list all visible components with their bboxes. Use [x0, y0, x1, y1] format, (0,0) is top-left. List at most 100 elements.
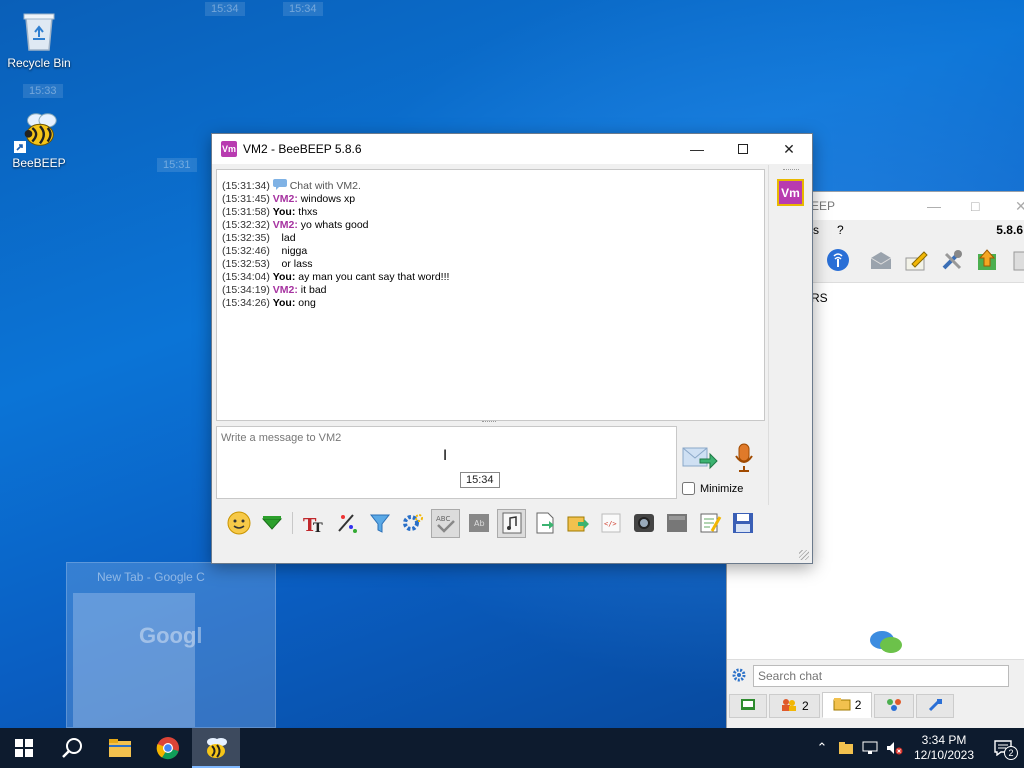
chrome-button[interactable] — [144, 728, 192, 768]
member-side-panel: Vm — [768, 165, 812, 505]
tools-icon[interactable] — [939, 247, 964, 273]
notes-icon — [700, 513, 721, 533]
close-button[interactable]: ✕ — [766, 134, 812, 164]
bee-icon — [207, 738, 227, 758]
chat-message: (15:34:26) You: ong — [222, 297, 316, 309]
vm2-app-icon: Vm — [221, 141, 237, 157]
chat-message: (15:31:45) VM2: windows xp — [222, 193, 356, 205]
status-bar — [212, 543, 812, 563]
tab-plugins[interactable] — [916, 694, 955, 718]
version-label: 5.8.6 — [996, 223, 1023, 237]
notification-button[interactable]: 2 — [982, 728, 1024, 768]
ghost-timestamp: 15:34 — [205, 2, 245, 16]
gear-icon[interactable] — [731, 667, 747, 686]
message-icon[interactable] — [868, 247, 893, 273]
network-icon[interactable] — [858, 728, 882, 768]
expand-button[interactable] — [257, 509, 286, 538]
chat-bubbles-icon — [869, 629, 903, 660]
maximize-button[interactable] — [720, 134, 766, 164]
minimize-checkbox[interactable] — [682, 482, 695, 495]
tab-network[interactable] — [874, 694, 915, 718]
menu-item-help[interactable]: ? — [837, 223, 844, 237]
smiley-icon — [227, 511, 250, 535]
text-cursor-icon: I — [443, 448, 448, 464]
search-chat-input[interactable] — [753, 665, 1009, 687]
chat-titlebar[interactable]: Vm VM2 - BeeBEEP 5.8.6 — ✕ — [212, 134, 812, 164]
send-button[interactable] — [682, 442, 718, 474]
avatar[interactable]: Vm — [777, 179, 804, 206]
sound-button[interactable] — [497, 508, 526, 538]
recycle-bin-desktop-icon[interactable]: Recycle Bin — [1, 8, 77, 70]
screenshot-button[interactable] — [629, 509, 658, 538]
more-icon[interactable] — [1010, 247, 1024, 273]
chrome-icon — [156, 737, 179, 760]
system-tray: ⌃ 3:34 PM 12/10/2023 2 — [810, 728, 1024, 768]
minimize-icon[interactable]: — — [927, 198, 941, 214]
main-tabs: 2 2 — [727, 692, 1024, 718]
chat-message: (15:32:46) nigga — [222, 245, 308, 257]
save-chat-button[interactable] — [530, 509, 559, 538]
folder-users-icon — [833, 697, 851, 714]
clock-time: 3:34 PM — [921, 733, 967, 747]
groups-count: 2 — [854, 698, 862, 712]
settings-button[interactable] — [398, 509, 427, 538]
plugin-icon — [927, 698, 943, 715]
gear-icon — [402, 514, 423, 531]
panel-grip[interactable] — [783, 169, 799, 173]
beebeep-tray-icon[interactable] — [834, 728, 858, 768]
edit-icon[interactable] — [904, 247, 929, 273]
filter-button[interactable] — [365, 509, 394, 538]
close-icon[interactable]: ✕ — [1015, 198, 1024, 215]
complete-words-button[interactable]: Ab — [464, 509, 493, 538]
maximize-icon[interactable]: □ — [971, 198, 979, 214]
menu-item-fragment[interactable]: s — [813, 223, 819, 237]
camera-icon — [633, 514, 654, 532]
beebeep-taskbar-button[interactable] — [192, 728, 240, 768]
clock-date: 12/10/2023 — [913, 748, 975, 762]
spellcheck-button[interactable]: ABC — [431, 508, 460, 538]
html-button[interactable]: </> — [596, 509, 625, 538]
svg-text:T: T — [313, 521, 323, 535]
chat-message: (15:32:32) VM2: yo whats good — [222, 219, 369, 231]
chevron-up-icon[interactable]: ⌃ — [810, 728, 834, 768]
update-icon[interactable] — [974, 247, 999, 273]
font-button[interactable]: TT — [299, 509, 328, 538]
chat-history[interactable]: (15:31:34) Chat with VM2. (15:31:45) VM2… — [216, 169, 765, 421]
notification-badge: 2 — [1004, 746, 1018, 760]
send-folder-button[interactable] — [563, 509, 592, 538]
splitter-handle[interactable] — [482, 421, 496, 424]
chat-window[interactable]: Vm VM2 - BeeBEEP 5.8.6 — ✕ (15:31:34) Ch… — [211, 133, 813, 564]
tab-chat[interactable] — [729, 694, 767, 718]
search-row — [731, 664, 1024, 688]
resize-grip[interactable] — [799, 550, 809, 560]
color-pencil-icon — [337, 514, 357, 533]
chat-message: (15:32:35) lad — [222, 232, 296, 244]
volume-muted-icon[interactable] — [882, 728, 906, 768]
beebeep-desktop-icon[interactable]: BeeBEEP — [1, 108, 77, 170]
ghost-timestamp: 15:34 — [283, 2, 323, 16]
minimize-button[interactable]: — — [674, 134, 720, 164]
folder-send-icon — [567, 516, 589, 532]
windows-logo-icon — [15, 739, 33, 757]
chevron-down-icon — [261, 516, 282, 530]
ghost-timestamp: 15:33 — [23, 84, 63, 98]
ghost-timestamp: 15:31 — [157, 158, 197, 172]
notes-button[interactable] — [695, 509, 724, 538]
clock[interactable]: 3:34 PM 12/10/2023 — [906, 733, 982, 763]
beebeep-label: BeeBEEP — [12, 156, 66, 170]
search-button[interactable] — [48, 728, 96, 768]
network-icon[interactable] — [825, 247, 850, 273]
emoticon-button[interactable] — [224, 509, 253, 538]
users-count: 2 — [802, 699, 809, 713]
tab-groups[interactable]: 2 — [821, 692, 873, 718]
microphone-button[interactable] — [732, 442, 758, 474]
share-box-button[interactable] — [662, 509, 691, 538]
start-button[interactable] — [0, 728, 48, 768]
file-explorer-button[interactable] — [96, 728, 144, 768]
save-button[interactable] — [728, 509, 757, 538]
color-button[interactable] — [332, 509, 361, 538]
taskbar: ⌃ 3:34 PM 12/10/2023 2 — [0, 728, 1024, 768]
chat-message: (15:34:19) VM2: it bad — [222, 284, 327, 296]
tab-users[interactable]: 2 — [769, 694, 820, 718]
chat-tab-icon — [740, 698, 756, 715]
